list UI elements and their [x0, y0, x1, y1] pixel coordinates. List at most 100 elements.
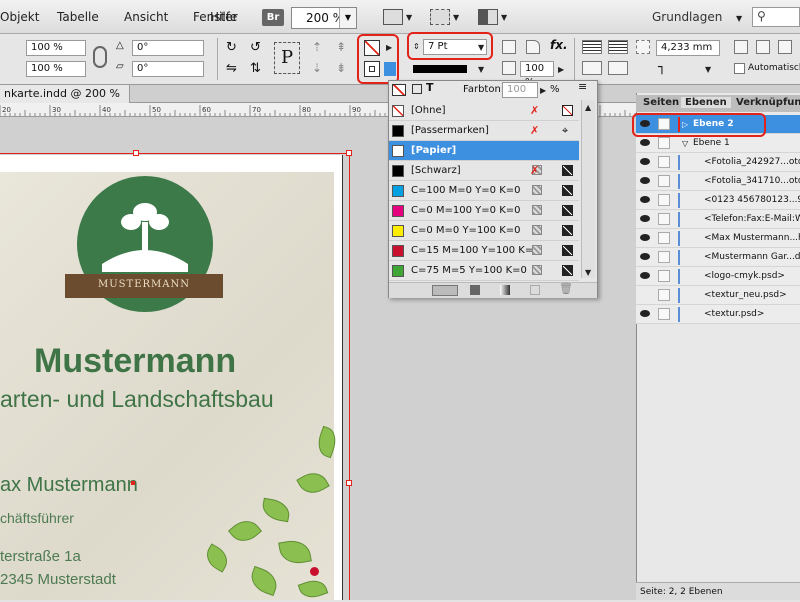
show-color-swatches-icon[interactable] [470, 285, 480, 295]
layer-row[interactable]: <Mustermann Gar...d L [636, 248, 800, 267]
selection-handle[interactable] [346, 150, 352, 156]
layer-row[interactable]: <Telefon:Fax:E-Mail:We [636, 210, 800, 229]
panel-menu-icon[interactable]: ≡ [578, 80, 587, 93]
auto-fit-checkbox[interactable] [734, 63, 745, 74]
lock-toggle[interactable] [658, 156, 670, 168]
scroll-down-icon[interactable]: ▼ [585, 268, 591, 277]
effects-icon[interactable]: fx. [550, 38, 568, 52]
chevron-down-icon[interactable]: ▼ [478, 43, 484, 52]
flip-vertical-icon[interactable]: ⇅ [250, 61, 261, 76]
view-options-icon[interactable] [383, 9, 403, 25]
swatch-dropdown-button[interactable] [384, 62, 396, 76]
swatch-item[interactable]: [Papier] [389, 141, 579, 161]
lock-toggle[interactable] [658, 289, 670, 301]
chevron-down-icon[interactable]: ▼ [478, 65, 484, 74]
lock-toggle[interactable] [658, 251, 670, 263]
lock-toggle[interactable] [658, 194, 670, 206]
lock-toggle[interactable] [658, 232, 670, 244]
lock-toggle[interactable] [658, 213, 670, 225]
layer-row[interactable]: <textur.psd> [636, 305, 800, 324]
reference-point-icon[interactable] [636, 40, 650, 54]
chevron-down-icon[interactable]: ▼ [501, 13, 507, 22]
document-tab[interactable]: nkarte.indd @ 200 % × [0, 85, 130, 118]
rotate-cw-icon[interactable]: ↻ [226, 40, 237, 55]
layer-row[interactable]: <logo-cmyk.psd> [636, 267, 800, 286]
corner-options-icon[interactable] [526, 40, 540, 54]
select-next-icon[interactable]: ⇟ [336, 61, 346, 75]
select-container-icon[interactable]: ⇡ [312, 40, 322, 54]
drop-shadow-icon[interactable] [502, 40, 516, 54]
chevron-down-icon[interactable]: ▼ [736, 14, 742, 23]
layer-row[interactable]: <Fotolia_341710...otoli [636, 172, 800, 191]
swatch-item[interactable]: C=100 M=0 Y=0 K=0 [389, 181, 579, 201]
menu-hilfe[interactable]: Hilfe [210, 10, 237, 24]
swatch-item[interactable]: C=0 M=0 Y=100 K=0 [389, 221, 579, 241]
chevron-down-icon[interactable]: ▼ [705, 65, 711, 74]
menu-tabelle[interactable]: Tabelle [57, 10, 99, 24]
eye-icon[interactable] [640, 272, 650, 279]
layer-row[interactable]: <0123 456780123...9gf [636, 191, 800, 210]
show-all-swatches-icon[interactable] [432, 285, 458, 296]
lock-toggle[interactable] [658, 175, 670, 187]
chevron-right-icon[interactable]: ▶ [540, 86, 546, 95]
menu-objekt[interactable]: Objekt [0, 10, 39, 24]
swatches-scrollbar[interactable] [581, 100, 595, 278]
scale-x-field[interactable]: 100 % [26, 40, 86, 56]
eye-icon[interactable] [640, 253, 650, 260]
eye-icon[interactable] [640, 177, 650, 184]
flip-horizontal-icon[interactable]: ⇋ [226, 61, 237, 76]
select-content-icon[interactable]: ⇣ [312, 61, 322, 75]
new-swatch-icon[interactable] [530, 285, 540, 295]
tab-ebenen[interactable]: Ebenen [681, 97, 731, 108]
rotate-ccw-icon[interactable]: ↺ [250, 40, 261, 55]
lock-toggle[interactable] [658, 137, 670, 149]
swatch-item[interactable]: C=15 M=100 Y=100 K=0 [389, 241, 579, 261]
chevron-down-icon[interactable]: ▼ [406, 13, 412, 22]
stroke-paper-swatch[interactable] [364, 61, 380, 77]
corner-shape-icon[interactable]: ┐ [658, 60, 666, 75]
stroke-reference-field[interactable]: 4,233 mm [656, 40, 720, 56]
center-content-icon[interactable] [778, 40, 792, 54]
stroke-weight-stepper[interactable]: ⇕ [413, 42, 420, 51]
workspace-switcher[interactable]: Grundlagen [652, 10, 722, 24]
text-wrap-box-icon[interactable] [608, 40, 628, 54]
menu-ansicht[interactable]: Ansicht [124, 10, 168, 24]
trash-icon[interactable]: 🗑 [559, 282, 573, 295]
layer-row[interactable]: <Fotolia_242927...otoli [636, 153, 800, 172]
swatch-item[interactable]: C=0 M=100 Y=0 K=0 [389, 201, 579, 221]
link-icon[interactable] [93, 46, 107, 68]
formatting-container-icon[interactable] [412, 84, 422, 94]
text-wrap-shape-icon[interactable] [582, 61, 602, 75]
scroll-up-icon[interactable]: ▲ [585, 103, 591, 112]
tab-seiten[interactable]: Seiten [643, 97, 679, 108]
bridge-button[interactable]: Br [262, 9, 284, 26]
eye-icon[interactable] [640, 234, 650, 241]
layer-row[interactable]: <textur_neu.psd> [636, 286, 800, 305]
swatch-item[interactable]: [Passermarken] ✗ ⌖ [389, 121, 579, 141]
eye-icon[interactable] [640, 215, 650, 222]
text-wrap-none-icon[interactable] [582, 40, 602, 54]
chevron-down-icon[interactable]: ▼ [339, 8, 356, 28]
rotate-field[interactable]: 0° [132, 40, 204, 56]
lock-toggle[interactable] [658, 308, 670, 320]
tab-verknuepfungen[interactable]: Verknüpfunge [736, 97, 800, 108]
fill-stroke-toggle-icon[interactable] [392, 84, 406, 96]
chevron-down-icon[interactable]: ▼ [453, 13, 459, 22]
fit-frame-icon[interactable] [756, 40, 770, 54]
formatting-text-icon[interactable]: T [426, 81, 434, 94]
tint-input[interactable]: 100 [502, 82, 538, 98]
chevron-right-icon[interactable]: ▶ [558, 65, 564, 74]
eye-icon[interactable] [640, 310, 650, 317]
selection-handle[interactable] [133, 150, 139, 156]
eye-icon[interactable] [640, 139, 650, 146]
arrange-documents-icon[interactable] [478, 9, 498, 25]
lock-toggle[interactable] [658, 270, 670, 282]
select-previous-icon[interactable]: ⇞ [336, 40, 346, 54]
swatch-item[interactable]: [Schwarz] ✗ [389, 161, 579, 181]
tint-field[interactable]: 100 % [520, 61, 554, 88]
eye-icon[interactable] [640, 158, 650, 165]
swatch-item[interactable]: [Ohne] ✗ [389, 101, 579, 121]
chevron-right-icon[interactable]: ▶ [386, 43, 392, 52]
layer-row[interactable]: <Max Mustermann...hä [636, 229, 800, 248]
text-wrap-jump-icon[interactable] [608, 61, 628, 75]
